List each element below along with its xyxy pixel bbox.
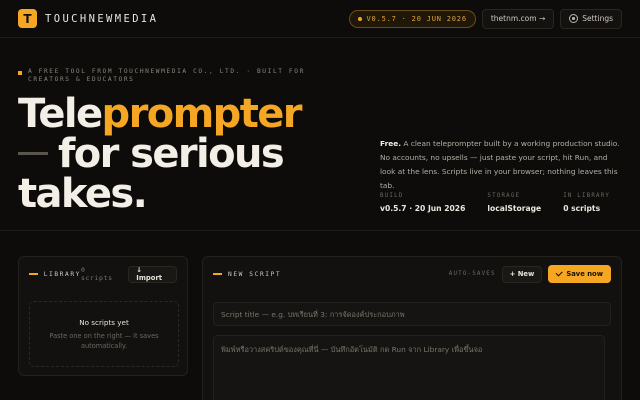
import-button[interactable]: ↓ Import	[128, 265, 177, 283]
stat-value: v0.5.7 · 20 Jun 2026	[380, 204, 466, 213]
accent-bar-icon	[29, 273, 38, 275]
hero-title-line3: takes.	[18, 171, 148, 217]
hero-dash-icon	[18, 151, 48, 155]
library-empty-state: No scripts yet Paste one on the right — …	[29, 301, 179, 367]
hero-line-2: for serious	[18, 134, 301, 174]
settings-button[interactable]: Settings	[560, 8, 622, 29]
stat-label: BUILD	[380, 193, 404, 199]
version-text: V0.5.7 · 20 JUN 2026	[366, 14, 467, 23]
new-label: + New	[509, 270, 535, 278]
save-label: Save now	[566, 270, 603, 278]
site-link-label: thetnm.com →	[490, 14, 546, 23]
top-header: T TOUCHNEWMEDIA V0.5.7 · 20 JUN 2026 the…	[0, 0, 640, 38]
stat-label: IN LIBRARY	[563, 193, 611, 199]
check-icon	[555, 269, 563, 277]
script-header: NEW SCRIPT AUTO-SAVES + New Save now	[203, 257, 621, 291]
header-actions: V0.5.7 · 20 JUN 2026 thetnm.com → Settin…	[348, 8, 622, 29]
brand-name[interactable]: TOUCHNEWMEDIA	[45, 13, 158, 25]
logo-icon[interactable]: T	[18, 9, 37, 28]
hero-title: Teleprompter for serious takes.	[18, 94, 302, 217]
empty-hint: Paste one on the right — it saves automa…	[49, 331, 159, 350]
desc-lead: Free.	[380, 139, 402, 148]
site-link-button[interactable]: thetnm.com →	[481, 8, 555, 29]
library-header: LIBRARY 0 scripts ↓ Import	[19, 257, 187, 291]
new-script-button[interactable]: + New	[501, 265, 543, 283]
empty-title: No scripts yet	[79, 317, 129, 327]
status-dot-icon	[357, 16, 362, 21]
stats-row: BUILD v0.5.7 · 20 Jun 2026 STORAGE local…	[380, 193, 610, 213]
save-now-button[interactable]: Save now	[548, 265, 611, 283]
version-badge: V0.5.7 · 20 JUN 2026	[348, 9, 476, 28]
hero-eyebrow: A FREE TOOL FROM TOUCHNEWMEDIA CO., LTD.…	[18, 68, 338, 84]
gear-icon	[569, 14, 579, 23]
script-panel: NEW SCRIPT AUTO-SAVES + New Save now	[202, 256, 622, 400]
autosave-indicator: AUTO-SAVES	[448, 271, 496, 277]
eyebrow-text: A FREE TOOL FROM TOUCHNEWMEDIA CO., LTD.…	[28, 68, 305, 83]
stat-value: 0 scripts	[563, 204, 601, 213]
script-title-input[interactable]	[213, 302, 611, 326]
script-title: NEW SCRIPT	[228, 270, 282, 278]
stat-storage: STORAGE localStorage	[487, 193, 541, 213]
hero-description: Free. A clean teleprompter built by a wo…	[380, 137, 625, 193]
stat-build: BUILD v0.5.7 · 20 Jun 2026	[380, 193, 465, 213]
desc-text: A clean teleprompter built by a working …	[380, 139, 620, 190]
library-count: 0 scripts	[81, 266, 113, 282]
section-divider	[0, 230, 640, 231]
hero-line-1: Teleprompter	[18, 94, 302, 134]
library-panel: LIBRARY 0 scripts ↓ Import No scripts ye…	[18, 256, 188, 376]
library-title: LIBRARY	[43, 270, 81, 278]
stat-library: IN LIBRARY 0 scripts	[563, 193, 610, 213]
stat-label: STORAGE	[487, 193, 521, 199]
accent-bar-icon	[213, 273, 222, 275]
import-label: ↓ Import	[136, 266, 163, 282]
accent-square-icon	[18, 71, 22, 75]
stat-value: localStorage	[487, 204, 542, 213]
script-body-textarea[interactable]	[213, 335, 605, 400]
settings-label: Settings	[582, 14, 613, 23]
